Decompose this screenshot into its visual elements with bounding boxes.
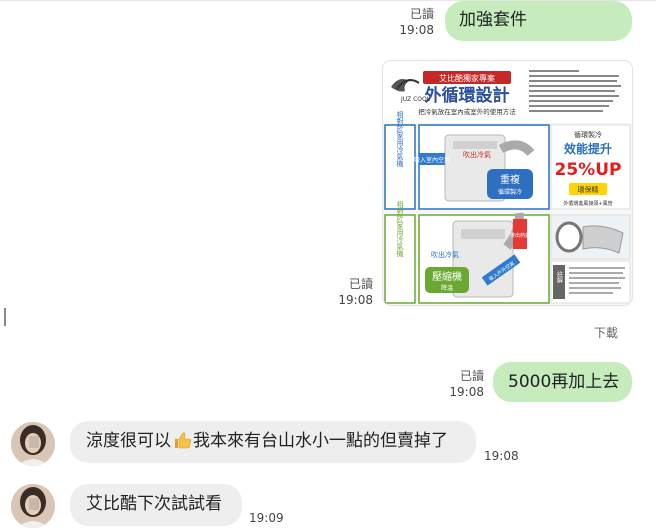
read-receipt: 已讀 (459, 369, 484, 383)
message-text: 艾比酷下次試試看 (86, 494, 222, 514)
scroll-indicator (4, 308, 6, 326)
thumbs-up-icon (173, 431, 191, 454)
svg-text:排出熱氣: 排出熱氣 (510, 232, 530, 239)
svg-text:循環製冷: 循環製冷 (574, 130, 602, 139)
avatar[interactable] (11, 422, 55, 466)
svg-text:吹出冷氣: 吹出冷氣 (463, 150, 491, 159)
outgoing-message-bubble[interactable]: 5000再加上去 (493, 362, 632, 402)
side-label-indoor: 相對於家用冷氣機 (396, 110, 404, 168)
outgoing-message-bubble[interactable]: 加強套件 (445, 1, 632, 41)
avatar[interactable] (11, 484, 55, 528)
usage-notes (529, 70, 621, 112)
read-receipt: 已讀 (348, 277, 373, 291)
svg-text:環保精: 環保精 (578, 185, 599, 194)
image-attachment[interactable]: JUZ COOL 艾比酷獨家專案 外循環設計 把冷氣放在室內或室外的使用方法 相… (383, 61, 632, 305)
svg-text:重複: 重複 (500, 173, 520, 186)
promo-image: JUZ COOL 艾比酷獨家專案 外循環設計 把冷氣放在室內或室外的使用方法 相… (383, 61, 632, 305)
chat-thread: 已讀 19:08 加強套件 已讀 19:08 JUZ COOL 艾比酷獨家專案 … (0, 0, 656, 531)
message-time: 19:08 (399, 23, 434, 37)
message-text: 加強套件 (459, 10, 527, 30)
svg-text:外循環進風接頭+風管: 外循環進風接頭+風管 (563, 200, 612, 207)
avatar-image (11, 484, 55, 528)
incoming-message-bubble[interactable]: 涼度很可以 我本來有台山水小一點的但賣掉了 (70, 421, 476, 463)
promo-banner-text: 艾比酷獨家專案 (439, 73, 495, 83)
message-text: 我本來有台山水小一點的但賣掉了 (193, 431, 448, 451)
svg-text:降溫: 降溫 (441, 284, 453, 292)
svg-text:25%UP: 25%UP (555, 160, 622, 180)
svg-text:吹出冷氣: 吹出冷氣 (431, 250, 459, 259)
incoming-message-bubble[interactable]: 艾比酷下次試試看 (70, 484, 242, 526)
read-receipt: 已讀 (409, 7, 434, 21)
message-time: 19:08 (338, 293, 373, 307)
message-meta: 已讀 19:08 (329, 276, 373, 308)
download-link[interactable]: 下載 (594, 324, 618, 341)
message-meta: 已讀 19:08 (392, 6, 434, 38)
svg-text:註解: 註解 (556, 270, 563, 284)
promo-title: 外循環設計 (425, 85, 510, 106)
message-time: 19:09 (249, 511, 284, 525)
svg-text:吸入室內空氣: 吸入室內空氣 (414, 156, 450, 164)
side-label-outdoor: 相對於家用冷氣機 (396, 200, 404, 258)
message-time: 19:08 (449, 385, 484, 399)
svg-text:循環製冷: 循環製冷 (498, 188, 522, 196)
message-text: 5000再加上去 (508, 372, 620, 392)
message-time: 19:08 (484, 449, 519, 463)
message-text: 涼度很可以 (86, 431, 171, 451)
promo-subtitle: 把冷氣放在室內或室外的使用方法 (418, 107, 516, 116)
avatar-image (11, 422, 55, 466)
message-meta: 已讀 19:08 (440, 368, 484, 400)
svg-text:效能提升: 效能提升 (564, 141, 612, 156)
svg-text:壓縮機: 壓縮機 (432, 270, 462, 283)
